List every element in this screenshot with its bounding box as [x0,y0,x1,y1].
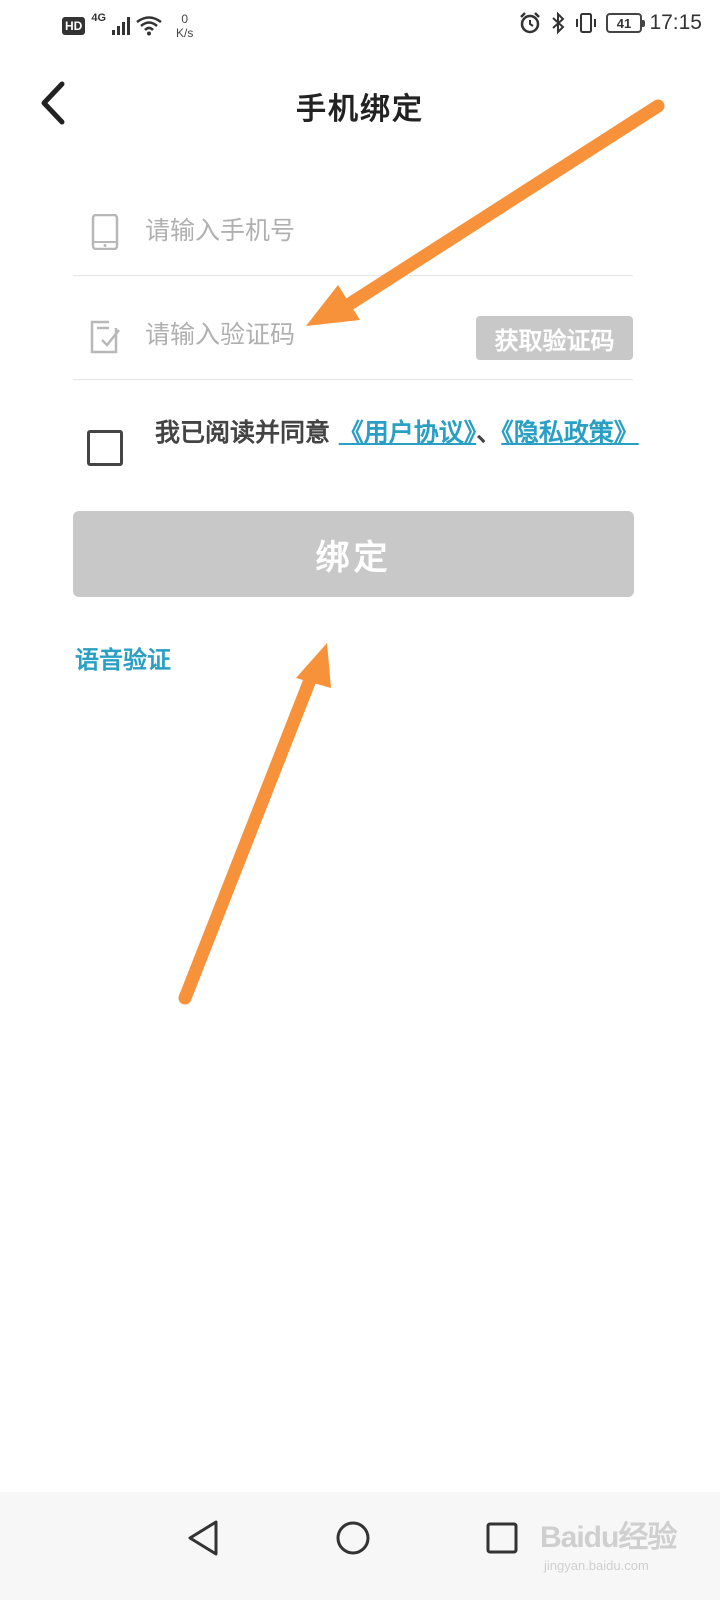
circle-home-icon [336,1521,370,1555]
bluetooth-icon [552,11,565,35]
vibrate-icon [576,13,596,33]
status-bar: HD 4G 0 K/s 41 17:15 [0,0,720,50]
code-row: 获取验证码 [73,284,633,380]
bind-button[interactable]: 绑定 [73,511,634,597]
agreement-text: 我已阅读并同意 《用户协议》、《隐私政策》 [155,416,645,450]
nav-home-button[interactable] [323,1508,383,1568]
agree-checkbox[interactable] [87,430,123,466]
checklist-icon [90,320,120,354]
network-type: 4G [91,12,107,24]
privacy-policy-link[interactable]: 《隐私政策》 [501,418,639,447]
watermark-site: jingyan.baidu.com [544,1558,649,1573]
nav-back-button[interactable] [173,1508,233,1568]
alarm-icon [520,12,540,34]
clock: 17:15 [649,11,702,34]
code-input[interactable] [145,314,465,354]
network-speed: 0 K/s [176,12,193,40]
speed-unit: K/s [176,26,194,40]
page-title: 手机绑定 [296,92,424,127]
speed-value: 0 [181,12,189,26]
battery-icon: 41 [606,13,645,33]
nav-recent-button[interactable] [472,1508,532,1568]
agree-prefix: 我已阅读并同意 [155,418,339,447]
phone-icon [91,214,119,250]
hd-badge: HD [62,17,86,35]
voice-verify-link[interactable]: 语音验证 [75,640,171,675]
header: 手机绑定 [0,60,720,150]
watermark-brand: Baidu经验 [540,1521,677,1554]
agree-separator: 、 [476,418,502,447]
watermark: Baidu经验 jingyan.baidu.com [540,1500,720,1580]
square-recent-icon [486,1522,518,1554]
status-left: HD 4G 0 K/s [62,12,193,40]
signal-icon [112,17,131,35]
phone-row [73,180,633,276]
annotation-arrow-voice [178,643,331,1005]
user-agreement-link[interactable]: 《用户协议》 [339,418,477,447]
status-right: 41 17:15 [518,11,702,35]
triangle-back-icon [188,1520,218,1556]
get-code-button[interactable]: 获取验证码 [476,316,633,360]
phone-input[interactable] [145,210,465,250]
wifi-icon [136,16,162,36]
